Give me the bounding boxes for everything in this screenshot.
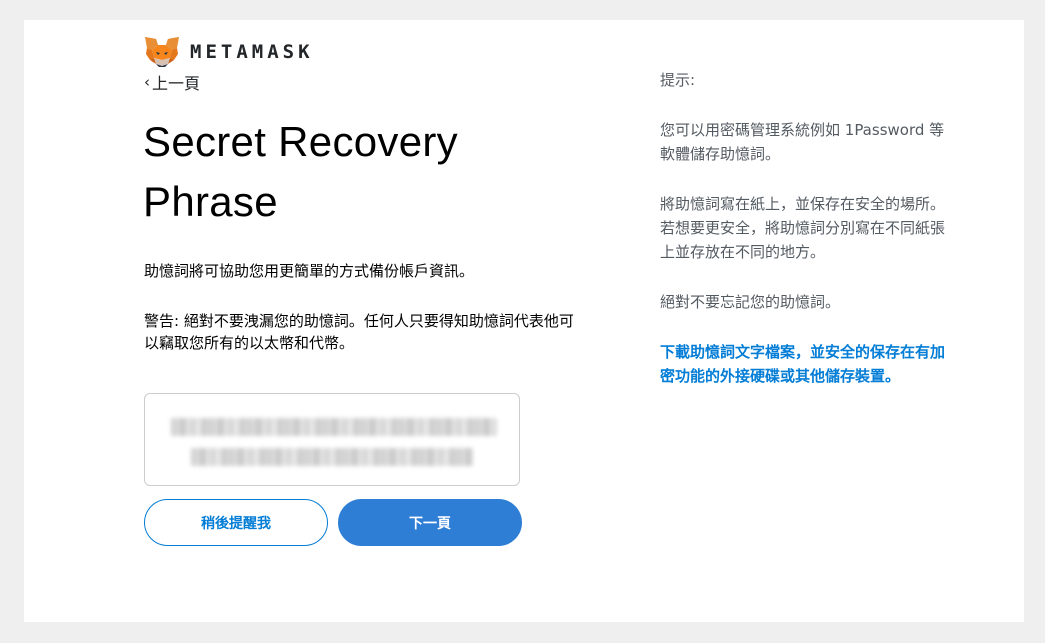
- tip-item: 絕對不要忘記您的助憶詞。: [660, 293, 841, 311]
- warning-text: 警告: 絕對不要洩漏您的助憶詞。任何人只要得知助憶詞代表他可以竊取您所有的以太幣…: [144, 312, 574, 352]
- remind-later-button[interactable]: 稍後提醒我: [144, 499, 328, 546]
- page-title: Secret Recovery Phrase: [143, 118, 458, 225]
- back-link-label: 上一頁: [152, 74, 201, 93]
- metamask-fox-icon: [145, 37, 179, 67]
- onboarding-page: METAMASK ‹ 上一頁 Secret Recovery Phrase 助憶…: [24, 20, 1024, 622]
- blurred-phrase-line: [191, 448, 473, 466]
- tips-panel: 提示: 您可以用密碼管理系統例如 1Password 等軟體儲存助憶詞。 將助憶…: [660, 68, 950, 388]
- intro-text: 助憶詞將可協助您用更簡單的方式備份帳戶資訊。: [144, 262, 475, 280]
- secret-phrase-box[interactable]: [144, 393, 520, 486]
- back-link[interactable]: ‹ 上一頁: [144, 70, 200, 94]
- next-button[interactable]: 下一頁: [338, 499, 522, 546]
- tip-item: 您可以用密碼管理系統例如 1Password 等軟體儲存助憶詞。: [660, 121, 945, 163]
- header: METAMASK: [144, 36, 314, 68]
- blurred-phrase-line: [171, 418, 497, 436]
- download-phrase-link[interactable]: 下載助憶詞文字檔案，並安全的保存在有加密功能的外接硬碟或其他儲存裝置。: [660, 340, 950, 388]
- chevron-left-icon: ‹: [144, 73, 150, 91]
- brand-wordmark: METAMASK: [190, 41, 314, 63]
- tips-title: 提示:: [660, 71, 696, 89]
- tip-item: 將助憶詞寫在紙上，並保存在安全的場所。若想要更安全，將助憶詞分別寫在不同紙張上並…: [660, 195, 946, 261]
